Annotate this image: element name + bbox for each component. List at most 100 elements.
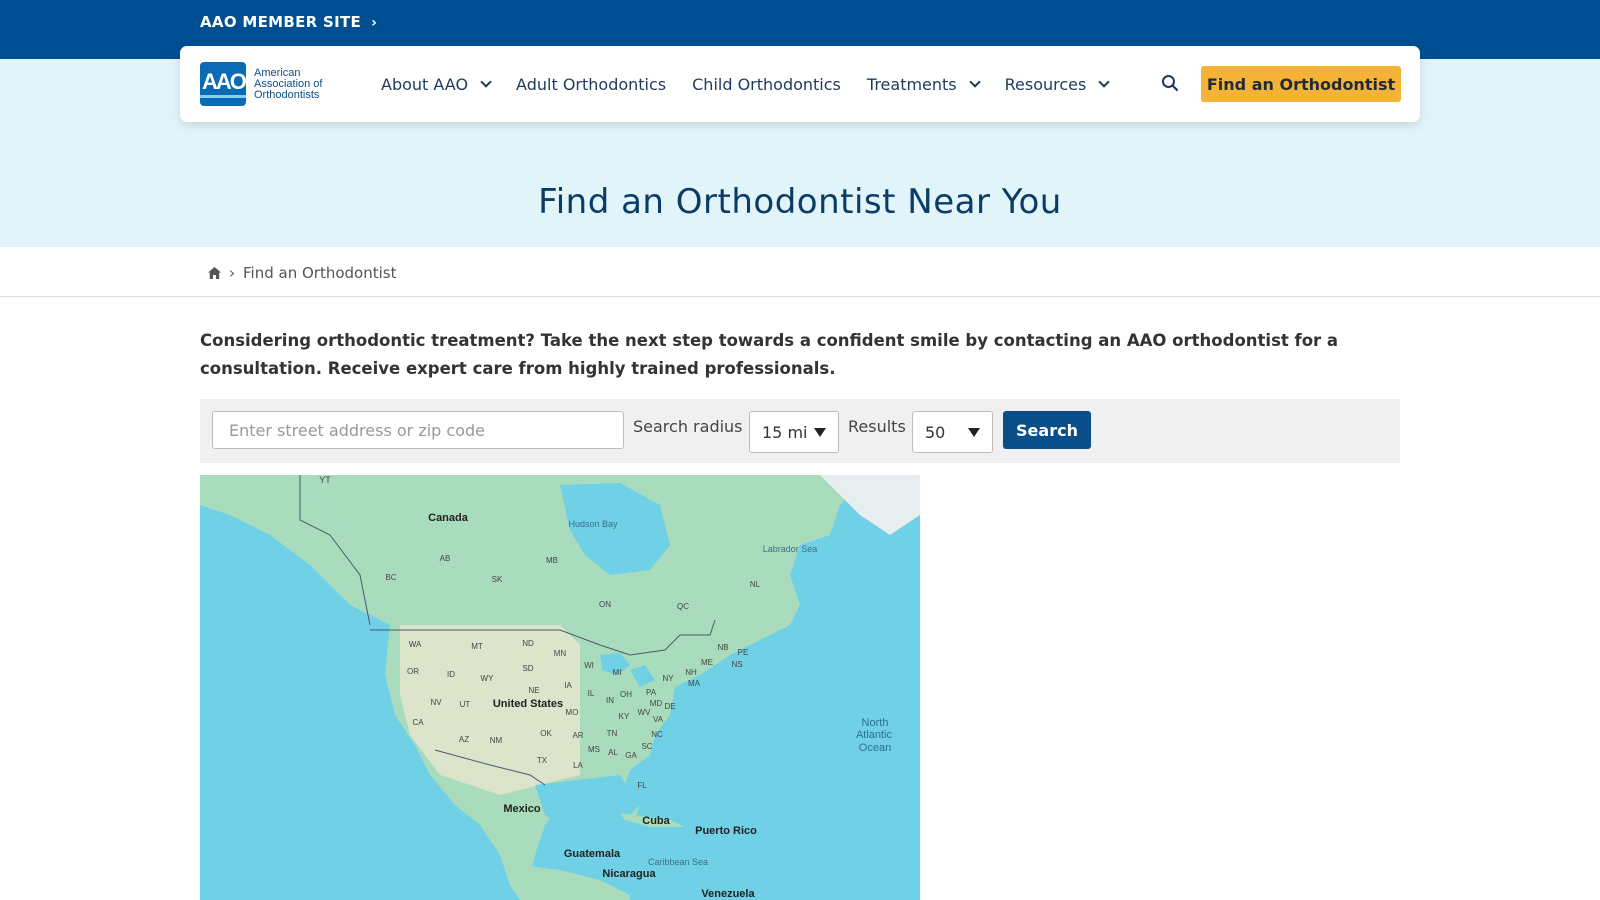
map-label-wa: WA	[409, 640, 422, 649]
chevron-right-icon: ›	[371, 15, 378, 31]
map-label-fl: FL	[637, 781, 647, 790]
map-label-mt: MT	[471, 642, 483, 651]
home-icon[interactable]	[208, 267, 221, 279]
nav-item-label: Resources	[1004, 74, 1087, 94]
dropdown-arrow-icon	[814, 428, 826, 437]
logo-wordmark: American Association of Orthodontists	[254, 66, 323, 101]
search-button[interactable]: Search	[1003, 411, 1091, 449]
aao-logo[interactable]: AAO American Association of Orthodontist…	[200, 62, 322, 106]
logo-mark: AAO	[200, 62, 246, 106]
map-label-nb: NB	[717, 643, 728, 652]
find-orthodontist-button[interactable]: Find an Orthodontist	[1201, 66, 1401, 102]
map-label-mexico: Mexico	[503, 803, 541, 815]
map-label-ar: AR	[572, 731, 583, 740]
map-label-nc: NC	[651, 730, 663, 739]
map-label-me: ME	[701, 658, 713, 667]
map-label-id: ID	[447, 670, 455, 679]
map-label-wi: WI	[584, 661, 594, 670]
main-navigation: AAO American Association of Orthodontist…	[180, 46, 1420, 122]
map-label-oh: OH	[620, 690, 632, 699]
logo-line-1: American	[254, 66, 301, 79]
address-input[interactable]	[212, 411, 624, 449]
map-label-ut: UT	[460, 700, 471, 709]
map-label-tn: TN	[607, 729, 618, 738]
map-label-ca: CA	[412, 718, 424, 727]
map-label-venezuela: Venezuela	[701, 888, 755, 900]
map-label-cuba: Cuba	[642, 815, 670, 827]
map-label-guatemala: Guatemala	[564, 848, 621, 860]
map-label-pe: PE	[738, 648, 749, 657]
map-label-on: ON	[599, 600, 611, 609]
chevron-down-icon	[480, 76, 492, 88]
map-label-united-states: United States	[493, 698, 563, 710]
map-label-qc: QC	[677, 602, 689, 611]
map-label-nm: NM	[490, 736, 503, 745]
nav-item-resources[interactable]: Resources	[1004, 74, 1111, 94]
map-label-ny: NY	[662, 674, 674, 683]
map-label-puerto-rico: Puerto Rico	[695, 825, 757, 837]
results-label: Results	[848, 417, 906, 436]
nav-item-label: Child Orthodontics	[692, 74, 841, 94]
radius-select[interactable]: 15 mi	[749, 411, 839, 453]
nav-item-adult-orthodontics[interactable]: Adult Orthodontics	[516, 75, 666, 94]
map-label-ma: MA	[688, 679, 701, 688]
breadcrumb-separator-icon: ›	[229, 264, 235, 282]
map-label-ia: IA	[564, 681, 572, 690]
nav-item-label: Treatments	[866, 74, 957, 94]
search-radius-label: Search radius	[633, 417, 743, 436]
search-icon[interactable]	[1161, 74, 1179, 92]
map-label-in: IN	[606, 696, 614, 705]
chevron-down-icon	[968, 76, 981, 88]
nav-item-child-orthodontics[interactable]: Child Orthodontics	[692, 75, 841, 94]
map-label-la: LA	[573, 761, 583, 770]
map-label-md: MD	[650, 699, 663, 708]
map-label-wy: WY	[481, 674, 495, 683]
dropdown-arrow-icon	[968, 428, 980, 437]
results-map[interactable]: YT Canada Hudson Bay Labrador Sea AB MB BC SK NL…	[200, 475, 920, 900]
map-label-al: AL	[608, 748, 618, 757]
map-label-labrador-sea: Labrador Sea	[763, 544, 818, 554]
logo-line-2: Association of	[254, 77, 323, 90]
nav-item-about-aao[interactable]: About AAO	[381, 74, 492, 94]
map-label-sd: SD	[522, 664, 533, 673]
map-label-ok: OK	[540, 729, 552, 738]
results-select-value: 50	[925, 422, 946, 442]
map-label-ga: GA	[625, 751, 637, 760]
map-label-nh: NH	[685, 668, 697, 677]
map-label-az: AZ	[459, 735, 469, 744]
map-label-atlantic: Atlantic	[856, 729, 893, 741]
map-label-il: IL	[588, 689, 595, 698]
map-label-sc: SC	[641, 742, 652, 751]
map-label-ocean: Ocean	[859, 742, 891, 754]
chevron-down-icon	[1098, 76, 1111, 88]
nav-item-label: About AAO	[381, 74, 469, 94]
map-label-mn: MN	[554, 649, 567, 658]
breadcrumb: › Find an Orthodontist	[208, 264, 396, 282]
map-label-nd: ND	[522, 639, 534, 648]
map-label-ab: AB	[440, 554, 451, 563]
page-title: Find an Orthodontist Near You	[538, 182, 1062, 222]
map-label-caribbean-sea: Caribbean Sea	[648, 857, 708, 867]
map-label-wv: WV	[638, 708, 652, 717]
map-label-de: DE	[664, 702, 675, 711]
map-label-nv: NV	[430, 698, 442, 707]
map-label-ne: NE	[528, 686, 539, 695]
member-site-link[interactable]: AAO MEMBER SITE ›	[200, 13, 377, 31]
map-label-ns: NS	[731, 660, 742, 669]
results-select[interactable]: 50	[912, 411, 993, 453]
map-label-nicaragua: Nicaragua	[602, 868, 656, 880]
map-label-hudson-bay: Hudson Bay	[568, 519, 618, 529]
intro-text: Considering orthodontic treatment? Take …	[200, 331, 1339, 378]
map-label-nl: NL	[750, 580, 761, 589]
map-label-ky: KY	[619, 712, 630, 721]
breadcrumb-current: Find an Orthodontist	[243, 264, 397, 282]
map-label-canada: Canada	[428, 512, 469, 524]
map-label-sk: SK	[492, 575, 503, 584]
map-label-yt: YT	[319, 475, 331, 485]
map-label-mb: MB	[546, 556, 558, 565]
map-label-pa: PA	[646, 688, 657, 697]
map-label-tx: TX	[537, 756, 548, 765]
nav-item-treatments[interactable]: Treatments	[866, 74, 981, 94]
nav-menu: About AAO Adult Orthodontics Child Ortho…	[381, 46, 1134, 122]
logo-line-3: Orthodontists	[254, 88, 320, 101]
